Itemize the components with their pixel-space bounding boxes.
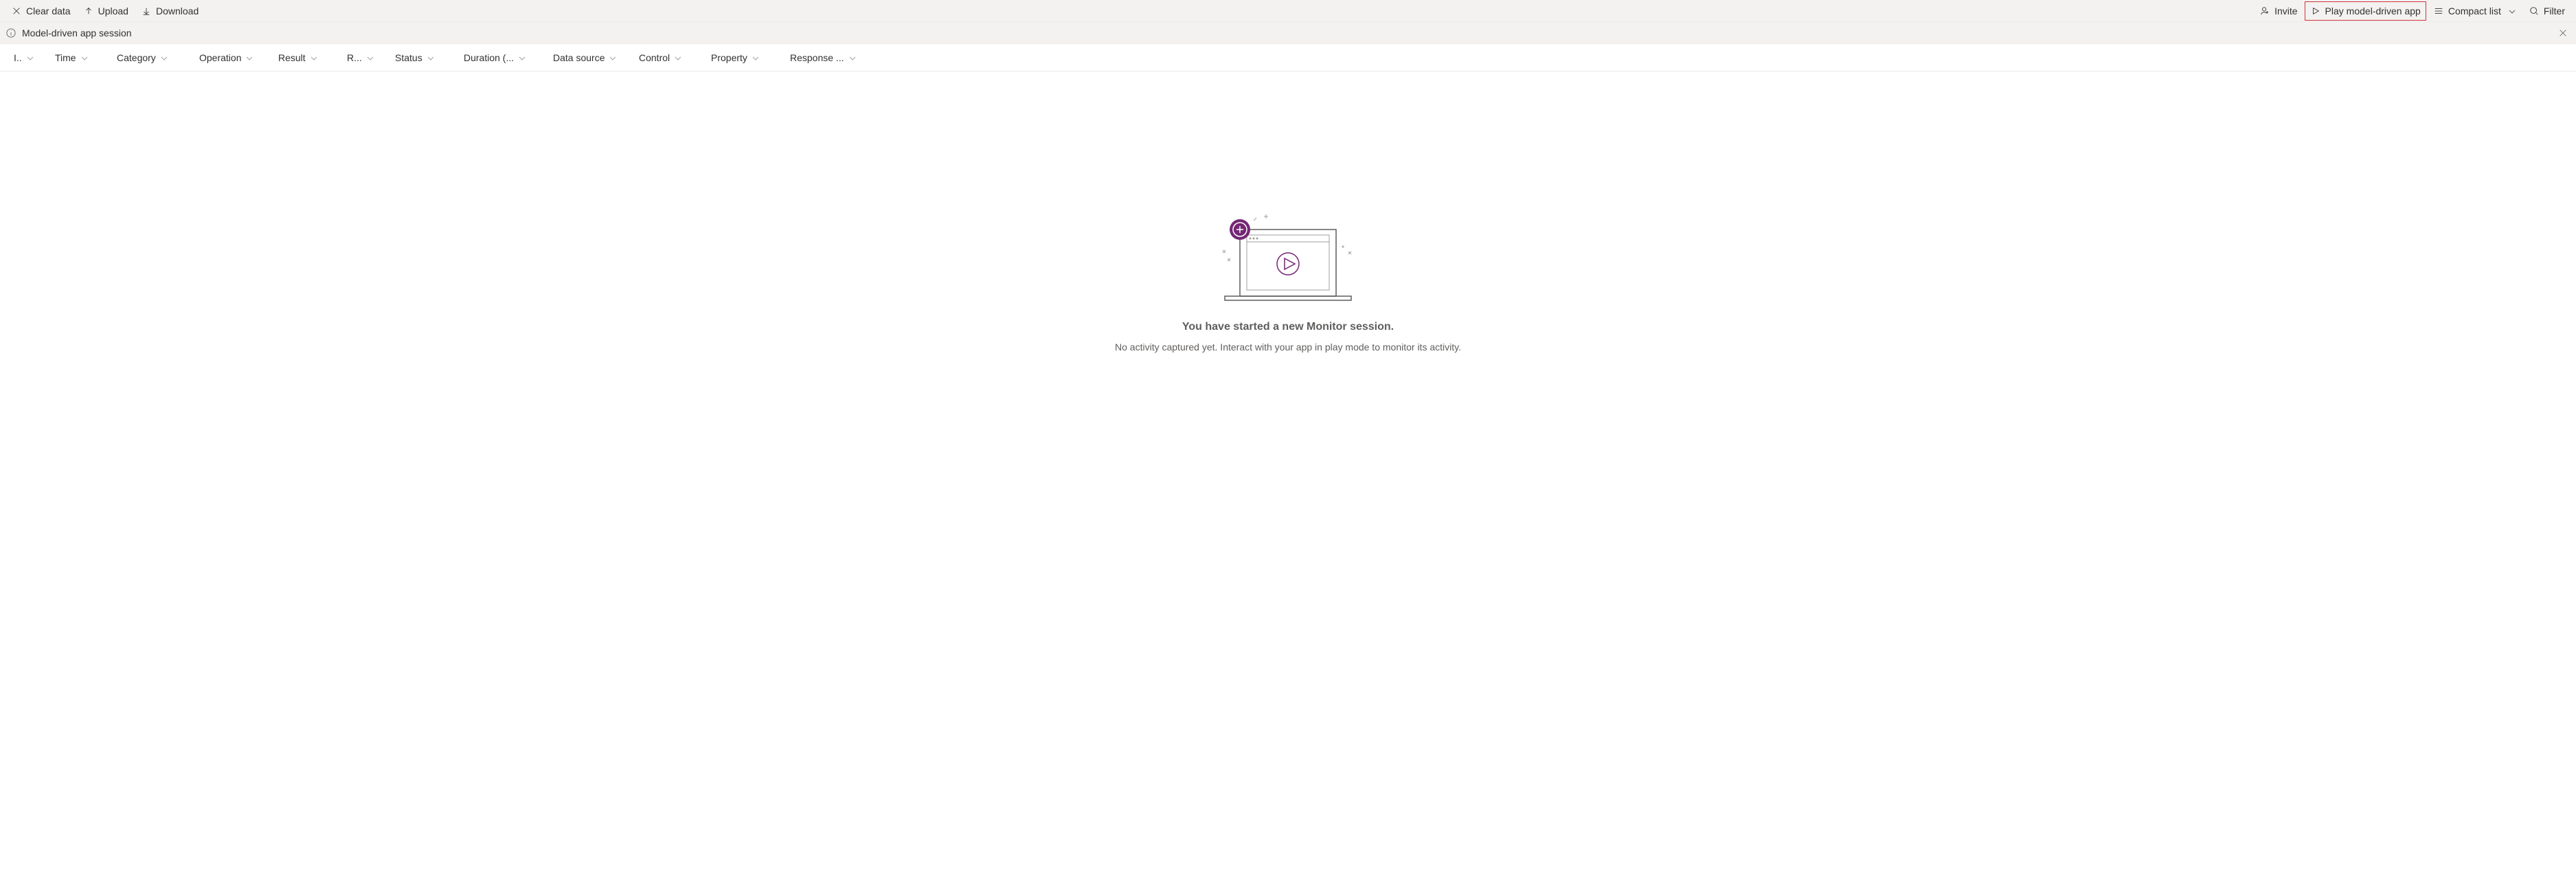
download-button[interactable]: Download — [135, 1, 204, 21]
clear-data-label: Clear data — [26, 5, 71, 16]
column-category-label: Category — [117, 52, 156, 63]
invite-button[interactable]: Invite — [2254, 1, 2303, 21]
upload-button[interactable]: Upload — [78, 1, 134, 21]
table-header: I.. Time Category Operation Result R... … — [0, 44, 2576, 71]
column-property[interactable]: Property — [704, 52, 783, 63]
filter-label: Filter — [2544, 5, 2565, 16]
list-icon — [2433, 5, 2444, 16]
play-icon — [2310, 5, 2321, 16]
clear-data-button[interactable]: Clear data — [5, 1, 76, 21]
close-session-button[interactable] — [2555, 25, 2571, 41]
column-property-label: Property — [711, 52, 747, 63]
chevron-down-icon — [26, 54, 34, 62]
chevron-down-icon — [427, 54, 435, 62]
empty-illustration — [1212, 209, 1364, 307]
person-add-icon — [2259, 5, 2270, 16]
column-time-label: Time — [55, 52, 76, 63]
session-title: Model-driven app session — [22, 27, 132, 38]
column-status-label: Status — [395, 52, 422, 63]
upload-label: Upload — [98, 5, 128, 16]
chevron-down-icon — [160, 54, 168, 62]
chevron-down-icon — [752, 54, 760, 62]
chevron-down-icon — [80, 54, 89, 62]
column-r[interactable]: R... — [340, 52, 388, 63]
info-icon — [5, 27, 16, 38]
empty-state: You have started a new Monitor session. … — [7, 71, 2569, 353]
chevron-down-icon — [518, 54, 526, 62]
chevron-down-icon — [609, 54, 617, 62]
top-toolbar: Clear data Upload Download Invite P — [0, 0, 2576, 22]
column-r-label: R... — [347, 52, 362, 63]
chevron-down-icon — [245, 54, 253, 62]
column-operation[interactable]: Operation — [192, 52, 271, 63]
play-app-label: Play model-driven app — [2325, 5, 2421, 16]
chevron-down-icon — [366, 54, 374, 62]
upload-icon — [83, 5, 94, 16]
column-control-label: Control — [639, 52, 670, 63]
search-icon — [2529, 5, 2540, 16]
column-id[interactable]: I.. — [7, 52, 48, 63]
column-response[interactable]: Response ... — [783, 52, 872, 63]
toolbar-right-group: Invite Play model-driven app Compact lis… — [2254, 1, 2571, 21]
column-operation-label: Operation — [199, 52, 241, 63]
close-icon — [11, 5, 22, 16]
column-status[interactable]: Status — [388, 52, 457, 63]
column-result-label: Result — [278, 52, 306, 63]
toolbar-left-group: Clear data Upload Download — [5, 1, 204, 21]
column-id-label: I.. — [14, 52, 22, 63]
column-response-label: Response ... — [790, 52, 844, 63]
download-label: Download — [156, 5, 199, 16]
column-time[interactable]: Time — [48, 52, 110, 63]
session-bar: Model-driven app session — [0, 22, 2576, 44]
empty-state-title: You have started a new Monitor session. — [1182, 321, 1394, 333]
session-info: Model-driven app session — [5, 27, 132, 38]
chevron-down-icon — [848, 54, 857, 62]
column-result[interactable]: Result — [271, 52, 340, 63]
empty-state-subtitle: No activity captured yet. Interact with … — [1115, 342, 1461, 353]
column-duration[interactable]: Duration (... — [457, 52, 546, 63]
content-area: I.. Time Category Operation Result R... … — [0, 44, 2576, 353]
column-data-source-label: Data source — [553, 52, 605, 63]
column-duration-label: Duration (... — [464, 52, 514, 63]
column-control[interactable]: Control — [632, 52, 704, 63]
chevron-down-icon — [2508, 7, 2516, 15]
download-icon — [141, 5, 152, 16]
compact-list-button[interactable]: Compact list — [2428, 1, 2522, 21]
column-data-source[interactable]: Data source — [546, 52, 632, 63]
invite-label: Invite — [2274, 5, 2297, 16]
filter-button[interactable]: Filter — [2523, 1, 2571, 21]
column-category[interactable]: Category — [110, 52, 192, 63]
play-app-button[interactable]: Play model-driven app — [2305, 1, 2426, 21]
chevron-down-icon — [310, 54, 318, 62]
chevron-down-icon — [674, 54, 682, 62]
compact-list-label: Compact list — [2448, 5, 2501, 16]
